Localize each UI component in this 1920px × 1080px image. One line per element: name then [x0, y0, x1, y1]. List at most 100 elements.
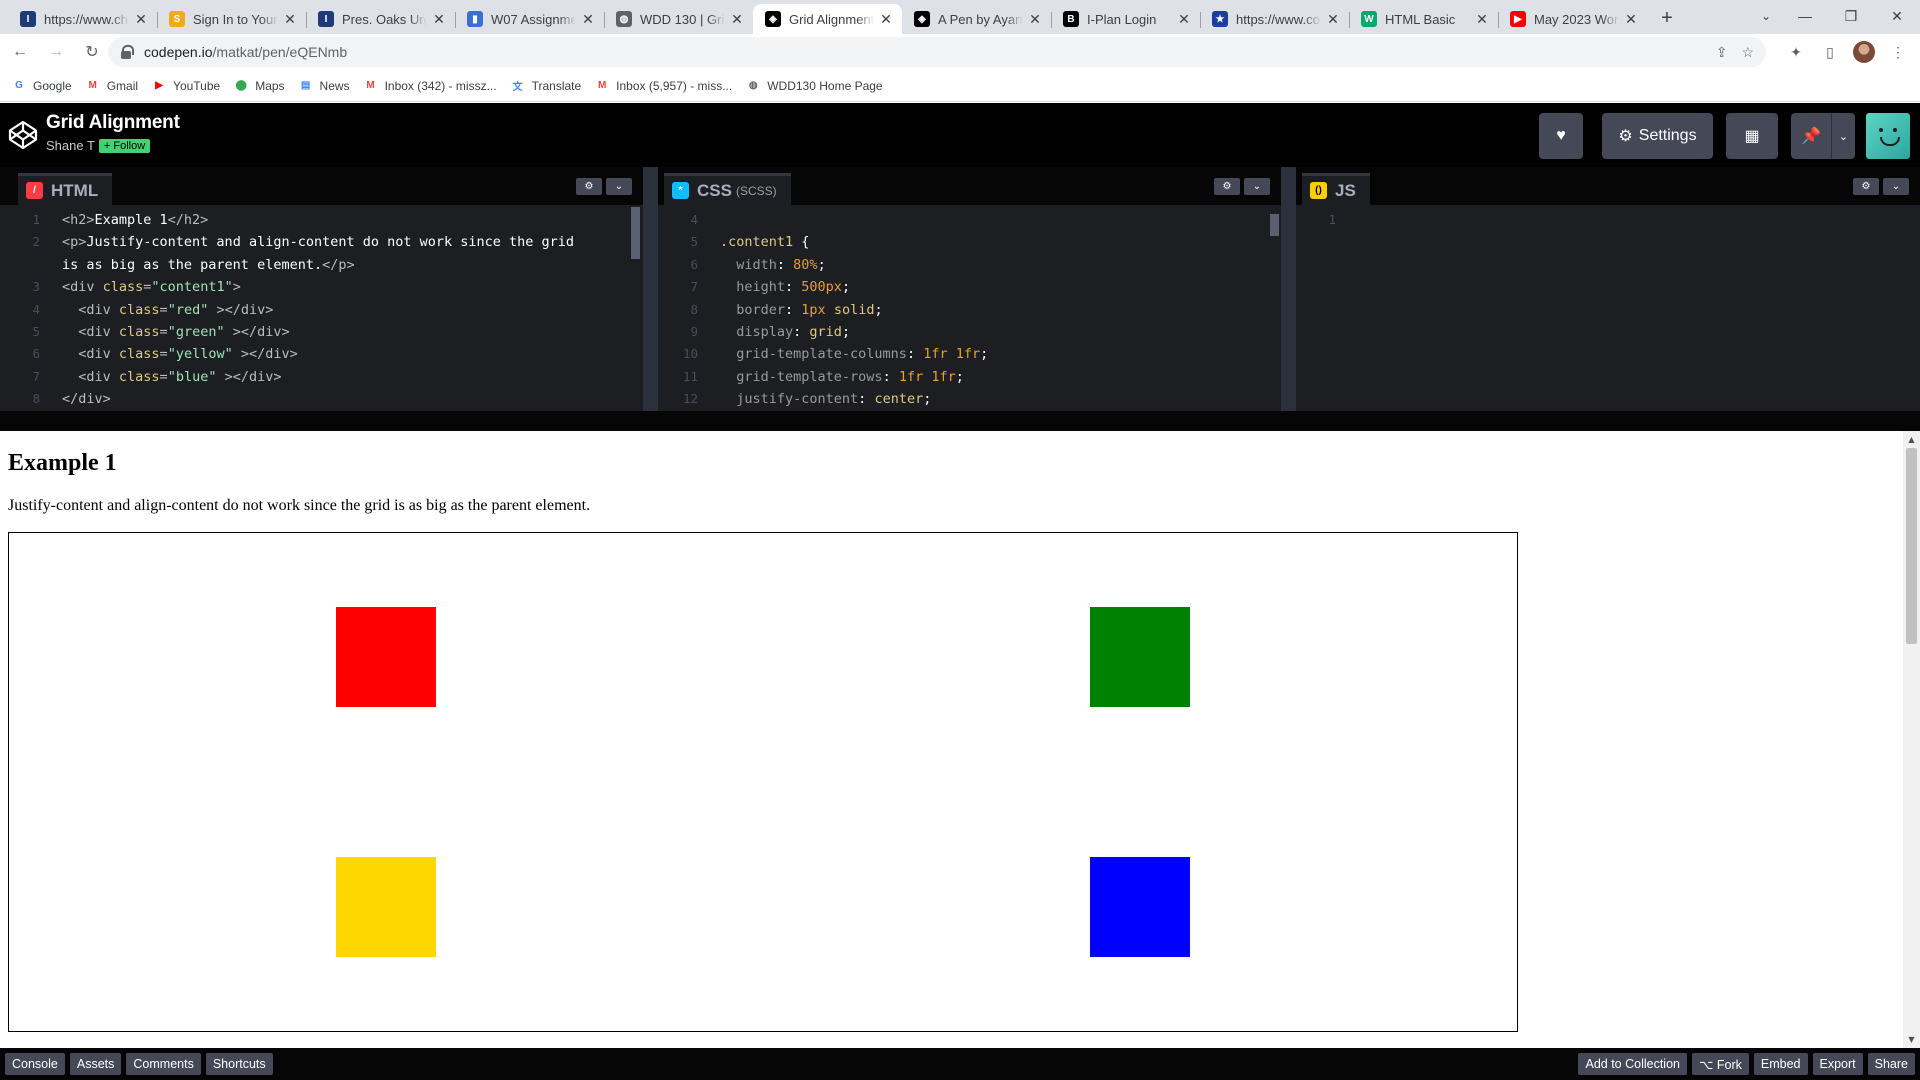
bookmark-label: YouTube — [173, 78, 221, 93]
chrome-menu-icon[interactable]: ⋮ — [1884, 38, 1912, 66]
close-tab-icon[interactable]: ✕ — [1325, 11, 1341, 28]
close-tab-icon[interactable]: ✕ — [580, 11, 596, 28]
tab-title: https://www.chu — [44, 11, 129, 27]
codepen-footer: Console Assets Comments Shortcuts Add to Co… — [0, 1048, 1920, 1080]
bookmark-item[interactable]: M Gmail — [86, 79, 139, 93]
css-editor-tab[interactable]: * CSS (SCSS) — [664, 173, 791, 205]
preview-paragraph: Justify-content and align-content do not… — [8, 497, 591, 514]
footer-fork-button[interactable]: ⌥ Fork — [1692, 1053, 1749, 1075]
footer-export-button[interactable]: Export — [1812, 1053, 1863, 1075]
follow-button[interactable]: + Follow — [98, 138, 151, 153]
browser-tab[interactable]: ★ https://www.co ✕ — [1200, 4, 1349, 34]
html-editor-scrollbar[interactable] — [631, 207, 640, 259]
footer-comments-button[interactable]: Comments — [126, 1053, 201, 1075]
back-arrow-icon[interactable]: ← — [4, 36, 36, 68]
profile-avatar[interactable] — [1850, 38, 1878, 66]
author-name[interactable]: Shane T — [46, 138, 95, 153]
browser-tab[interactable]: ▮ W07 Assignment✕ — [455, 4, 604, 34]
bookmark-star-icon[interactable]: ☆ — [1741, 44, 1754, 61]
html-collapse-chevron-icon[interactable]: ⌄ — [606, 178, 632, 195]
bookmark-item[interactable]: G Google — [12, 79, 72, 93]
yellow-box — [336, 857, 436, 957]
close-tab-icon[interactable]: ✕ — [1474, 11, 1490, 28]
footer-shortcuts-button[interactable]: Shortcuts — [205, 1053, 273, 1075]
code-line: <div class="green" ></div> — [62, 324, 290, 340]
codepen-header: Grid Alignment Shane T + Follow ♥ ⚙ Sett… — [0, 103, 1920, 167]
bookmark-item[interactable]: ◍ WDD130 Home Page — [746, 79, 883, 93]
browser-tab[interactable]: Ihttps://www.chu ✕ — [8, 4, 157, 34]
code-line: width: 80%; — [720, 256, 826, 273]
css-collapse-chevron-icon[interactable]: ⌄ — [1244, 178, 1270, 195]
close-tab-icon[interactable]: ✕ — [878, 11, 894, 28]
footer-console-button[interactable]: Console — [5, 1053, 65, 1075]
close-tab-icon[interactable]: ✕ — [431, 11, 447, 28]
close-window-icon[interactable]: ✕ — [1874, 0, 1920, 32]
lock-icon[interactable] — [120, 45, 134, 59]
css-editor-scrollbar[interactable] — [1270, 214, 1279, 236]
love-button[interactable]: ♥ — [1539, 113, 1583, 159]
browser-tab[interactable]: ◍ WDD 130 | Grid ✕ — [604, 4, 753, 34]
browser-tab[interactable]: I Pres. Oaks Urges✕ — [306, 4, 455, 34]
tab-title: Sign In to Your A — [193, 11, 278, 27]
js-collapse-chevron-icon[interactable]: ⌄ — [1883, 178, 1909, 195]
footer-assets-button[interactable]: Assets — [69, 1053, 122, 1075]
close-tab-icon[interactable]: ✕ — [133, 11, 149, 28]
html-editor-tab[interactable]: / HTML — [18, 173, 113, 205]
preview-heading: Example 1 — [8, 450, 117, 476]
scroll-up-icon[interactable]: ▲ — [1903, 431, 1920, 448]
new-tab-button[interactable]: + — [1653, 4, 1681, 32]
pin-button[interactable]: 📌 ⌄ — [1791, 113, 1855, 159]
forward-arrow-icon[interactable]: → — [40, 36, 72, 68]
bookmark-item[interactable]: ⬤ Maps — [234, 79, 285, 93]
extensions-icon[interactable]: ✦ — [1782, 38, 1810, 66]
line-number: 6 — [690, 256, 698, 272]
js-editor: () JS ⚙ ⌄ 1 — [1296, 167, 1920, 411]
bookmark-item[interactable]: M Inbox (5,957) - miss... — [595, 79, 732, 93]
codepen-logo-icon[interactable] — [8, 120, 38, 150]
close-tab-icon[interactable]: ✕ — [282, 11, 298, 28]
footer-add-to-collection-button[interactable]: Add to Collection — [1578, 1053, 1687, 1075]
browser-tab[interactable]: ◈ A Pen by Ayandi✕ — [902, 4, 1051, 34]
minimize-icon[interactable]: — — [1782, 0, 1828, 32]
css-code-area[interactable]: 4 5 .content1 {6 width: 80%; 7 height: 500p… — [658, 207, 1281, 411]
browser-tab[interactable]: B I-Plan Login ✕ — [1051, 4, 1200, 34]
address-bar[interactable]: codepen.io/matkat/pen/eQENmb ⇪ ☆ — [108, 37, 1766, 67]
browser-tab[interactable]: ◈ Grid Alignment ✕ — [753, 4, 902, 34]
layout-grid-icon: ▦ — [1744, 128, 1760, 145]
preview-scroll-thumb[interactable] — [1906, 448, 1917, 644]
html-settings-gear-icon[interactable]: ⚙ — [576, 178, 602, 195]
change-view-button[interactable]: ▦ — [1726, 113, 1778, 159]
footer-share-button[interactable]: Share — [1867, 1053, 1915, 1075]
bookmark-item[interactable]: ▤ News — [299, 79, 350, 93]
css-settings-gear-icon[interactable]: ⚙ — [1214, 178, 1240, 195]
js-editor-tab[interactable]: () JS — [1302, 173, 1370, 205]
browser-tab[interactable]: ▶ May 2023 World ✕ — [1498, 4, 1647, 34]
restore-icon[interactable]: ❐ — [1828, 0, 1874, 32]
line-number: 1 — [1328, 212, 1336, 227]
scroll-down-icon[interactable]: ▼ — [1903, 1031, 1920, 1048]
js-settings-gear-icon[interactable]: ⚙ — [1853, 178, 1879, 195]
code-line: <div class="content1"> — [62, 279, 241, 296]
side-panel-icon[interactable]: ▯ — [1816, 38, 1844, 66]
close-tab-icon[interactable]: ✕ — [729, 11, 745, 28]
pen-title[interactable]: Grid Alignment — [46, 112, 180, 134]
reload-icon[interactable]: ↻ — [76, 36, 108, 68]
js-code-area[interactable]: 1 — [1296, 207, 1920, 411]
html-code-area[interactable]: 1 <h2>Example 1</h2> 2 <p>Justify-content a… — [0, 207, 643, 411]
settings-button[interactable]: ⚙ Settings — [1602, 113, 1713, 159]
bookmark-item[interactable]: ▶ YouTube — [152, 79, 220, 93]
editor-resize-handle[interactable] — [0, 411, 1920, 431]
browser-tab[interactable]: W HTML Basic ✕ — [1349, 4, 1498, 34]
close-tab-icon[interactable]: ✕ — [1176, 11, 1192, 28]
bookmark-item[interactable]: 文 Translate — [511, 79, 582, 94]
share-icon[interactable]: ⇪ — [1716, 44, 1728, 61]
bookmark-item[interactable]: M Inbox (342) - missz... — [364, 79, 496, 93]
footer-embed-button[interactable]: Embed — [1753, 1053, 1808, 1075]
preview-scrollbar[interactable]: ▲ ▼ — [1903, 431, 1920, 1048]
user-avatar[interactable] — [1866, 113, 1910, 159]
tab-search-icon[interactable]: ⌄ — [1752, 4, 1780, 28]
tab-list: Ihttps://www.chu✕SSign In to Your A✕IPre… — [8, 4, 1647, 34]
close-tab-icon[interactable]: ✕ — [1623, 11, 1639, 28]
close-tab-icon[interactable]: ✕ — [1027, 11, 1043, 28]
browser-tab[interactable]: S Sign In to Your A✕ — [157, 4, 306, 34]
